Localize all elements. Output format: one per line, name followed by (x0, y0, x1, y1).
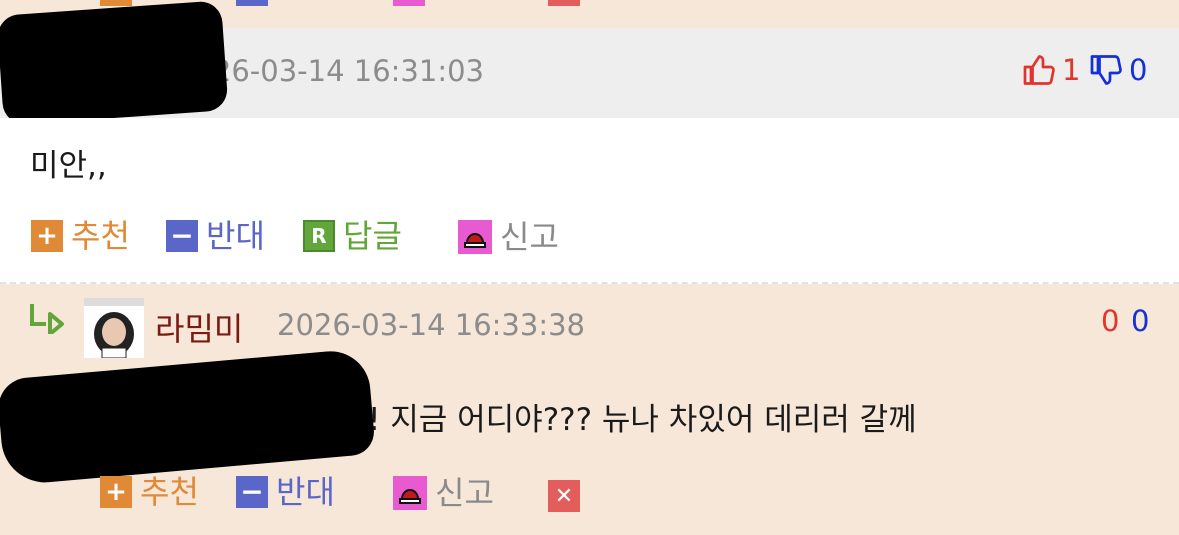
username[interactable]: 라밈미 (155, 304, 243, 350)
recommend-label: 추천 (71, 217, 130, 255)
reply-button[interactable]: R 답글 (303, 220, 402, 252)
minus-icon: − (236, 476, 268, 508)
reply-comment: 라밈미 2026-03-14 16:33:38 0 0 양식아!!!! 양식아!… (0, 284, 1179, 535)
minus-icon[interactable] (236, 0, 268, 6)
upvote-count: 1 (1062, 53, 1081, 87)
report-label: 신고 (500, 218, 559, 256)
upvote-count[interactable]: 0 (1101, 304, 1119, 338)
report-icon[interactable] (393, 0, 425, 6)
delete-icon[interactable] (548, 0, 580, 6)
report-icon (458, 220, 492, 254)
downvote-count[interactable]: 0 (1131, 304, 1149, 338)
recommend-button[interactable]: + 추천 (31, 220, 130, 252)
report-button[interactable]: 신고 (393, 476, 494, 510)
report-button[interactable]: 신고 (458, 220, 559, 254)
delete-button[interactable]: ✕ (548, 480, 580, 512)
plus-icon[interactable] (100, 0, 132, 6)
report-icon (393, 476, 427, 510)
comment-header: 양식 2026-03-14 16:31:03 1 0 (0, 0, 1179, 126)
oppose-button[interactable]: − 반대 (166, 220, 265, 252)
comment-text: 미안,, (30, 148, 107, 184)
reply-label: 답글 (343, 217, 402, 255)
minus-icon: − (166, 220, 198, 252)
thumbs-up-icon (1023, 55, 1055, 85)
recommend-button[interactable]: + 추천 (100, 476, 199, 508)
comment-body: 미안,, + 추천 − 반대 R 답글 신고 (0, 118, 1179, 284)
oppose-button[interactable]: − 반대 (236, 476, 335, 508)
redaction-mark (0, 347, 376, 487)
thumbs-down-icon (1090, 55, 1122, 85)
oppose-label: 반대 (276, 473, 335, 511)
recommend-label: 추천 (140, 473, 199, 511)
plus-icon: + (31, 220, 63, 252)
oppose-label: 반대 (206, 217, 265, 255)
reply-arrow-icon (28, 300, 68, 336)
reply-icon: R (303, 220, 335, 252)
report-label: 신고 (435, 474, 494, 512)
upvote-count-group[interactable]: 1 (1022, 52, 1080, 88)
timestamp: 2026-03-14 16:33:38 (277, 308, 585, 342)
avatar[interactable] (84, 298, 144, 358)
downvote-count-group[interactable]: 0 (1089, 52, 1147, 88)
redaction-mark (0, 0, 229, 126)
downvote-count: 0 (1129, 53, 1148, 87)
close-icon: ✕ (548, 480, 580, 512)
plus-icon: + (100, 476, 132, 508)
